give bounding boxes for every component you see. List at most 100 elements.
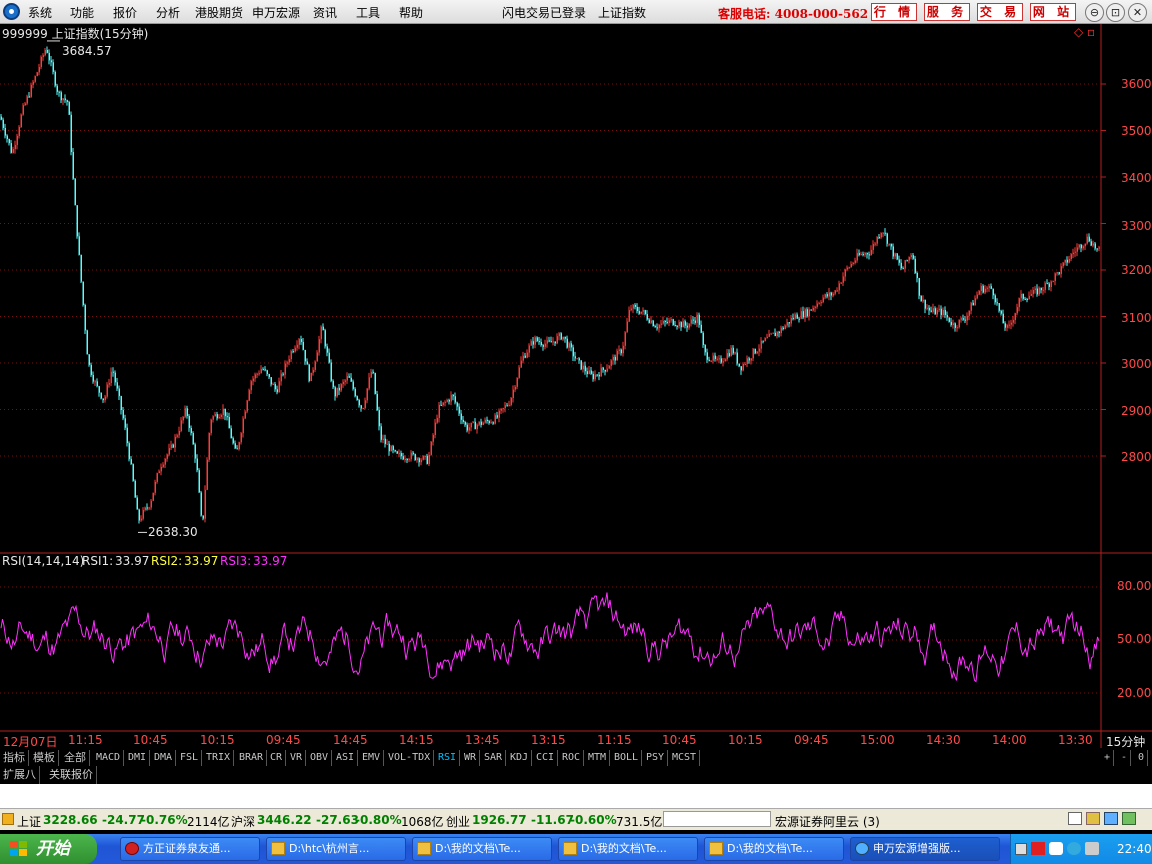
candle-body [630,308,632,311]
taskbar-item[interactable]: D:\我的文档\Te... [412,837,552,861]
close-icon[interactable]: ✕ [1128,3,1147,22]
tray-app-icon[interactable] [1031,842,1045,855]
zoom-out-button[interactable]: - [1118,750,1132,766]
tab-cci[interactable]: CCI [533,750,559,766]
tray-network-icon[interactable] [1122,812,1136,825]
tab-expand-8[interactable]: 扩展八 [0,766,40,784]
taskbar-item[interactable]: D:\我的文档\Te... [704,837,844,861]
candle-body [216,414,218,419]
candle-body [860,254,862,256]
candle-body [454,396,456,403]
candle-body [1068,258,1070,263]
candle-body [968,310,970,316]
candle-body [140,518,142,521]
candle-body [288,359,290,363]
minimize-icon[interactable]: ⊖ [1085,3,1104,22]
taskbar-item[interactable]: D:\htc\杭州言... [266,837,406,861]
tab-cr[interactable]: CR [267,750,287,766]
tab-sar[interactable]: SAR [481,750,507,766]
tab-macd[interactable]: MACD [93,750,125,766]
server-name[interactable]: 宏源证券阿里云 (3) [775,813,880,830]
tab-indicator[interactable]: 指标 [0,750,29,766]
candle-body [910,255,912,258]
zoom-in-button[interactable]: + [1101,750,1115,766]
tab-dma[interactable]: DMA [151,750,177,766]
candle-body [516,377,518,387]
tray-qq-icon[interactable] [1049,842,1063,855]
chart-area[interactable]: 999999 上证指数(15分钟) ◇ ▫ 3684.57 2638.30 36… [0,24,1152,750]
market-button[interactable]: 行 情 [871,3,917,21]
candle-body [416,458,418,461]
tab-boll[interactable]: BOLL [611,750,643,766]
taskbar-item[interactable]: 方正证券泉友通... [120,837,260,861]
tab-dmi[interactable]: DMI [125,750,151,766]
candle-body [808,309,810,317]
menu-tools[interactable]: 工具 [356,4,380,21]
candle-body [124,418,126,428]
tab-roc[interactable]: ROC [559,750,585,766]
period-label[interactable]: 15分钟 [1106,733,1145,750]
app-logo-icon[interactable] [3,3,20,20]
candle-body [154,481,156,493]
tab-rsi[interactable]: RSI [435,750,461,766]
tab-kdj[interactable]: KDJ [507,750,533,766]
menu-quote[interactable]: 报价 [113,4,137,21]
tab-template[interactable]: 模板 [30,750,59,766]
candle-body [28,96,30,98]
candle-body [1092,243,1094,246]
menu-function[interactable]: 功能 [70,4,94,21]
zoom-reset-button[interactable]: 0 [1135,750,1149,766]
taskbar-item-active[interactable]: 申万宏源增强版... [850,837,1000,861]
y-tick: 3400 [1121,171,1152,185]
tab-emv[interactable]: EMV [359,750,385,766]
tray-keyboard-icon[interactable] [1015,843,1027,855]
menu-analysis[interactable]: 分析 [156,4,180,21]
chart-window-icon[interactable]: ▫ [1087,25,1095,39]
candle-body [156,473,158,482]
candle-body [304,349,306,362]
menu-news[interactable]: 资讯 [313,4,337,21]
candle-body [792,317,794,319]
tray-window-icon[interactable] [1068,812,1082,825]
menu-swhy[interactable]: 申万宏源 [252,4,300,21]
candle-body [980,285,982,291]
tab-asi[interactable]: ASI [333,750,359,766]
tab-vol-tdx[interactable]: VOL-TDX [385,750,435,766]
tab-trix[interactable]: TRIX [203,750,235,766]
chart-expand-icon[interactable]: ◇ [1074,25,1083,39]
menu-hk-futures[interactable]: 港股期货 [195,4,243,21]
candle-body [926,307,928,309]
website-button[interactable]: 网 站 [1030,3,1076,21]
cy-amount: 731.5亿 [616,815,663,829]
tray-lock-icon[interactable] [1086,812,1100,825]
tab-vr[interactable]: VR [287,750,307,766]
candle-body [192,433,194,445]
candle-body [296,344,298,348]
candle-body [312,369,314,373]
tab-mcst[interactable]: MCST [669,750,701,766]
tray-speaker-icon[interactable] [1085,842,1099,855]
tab-psy[interactable]: PSY [643,750,669,766]
tab-brar[interactable]: BRAR [236,750,268,766]
tab-fsl[interactable]: FSL [177,750,203,766]
tray-wifi-icon[interactable] [1067,842,1081,855]
tab-mtm[interactable]: MTM [585,750,611,766]
menu-system[interactable]: 系统 [28,4,52,21]
candle-body [480,421,482,425]
tab-wr[interactable]: WR [461,750,481,766]
tray-help-icon[interactable] [1104,812,1118,825]
tab-obv[interactable]: OBV [307,750,333,766]
candle-body [220,414,222,417]
service-button[interactable]: 服 务 [924,3,970,21]
candle-body [624,332,626,346]
start-button[interactable]: 开始 [0,834,97,864]
tab-related-quote[interactable]: 关联报价 [46,766,97,784]
menu-help[interactable]: 帮助 [399,4,423,21]
tab-all[interactable]: 全部 [61,750,90,766]
restore-icon[interactable]: ⊡ [1106,3,1125,22]
taskbar-item[interactable]: D:\我的文档\Te... [558,837,698,861]
trade-button[interactable]: 交 易 [977,3,1023,21]
chart-canvas[interactable] [0,24,1152,748]
candle-body [248,390,250,401]
candle-body [796,314,798,319]
